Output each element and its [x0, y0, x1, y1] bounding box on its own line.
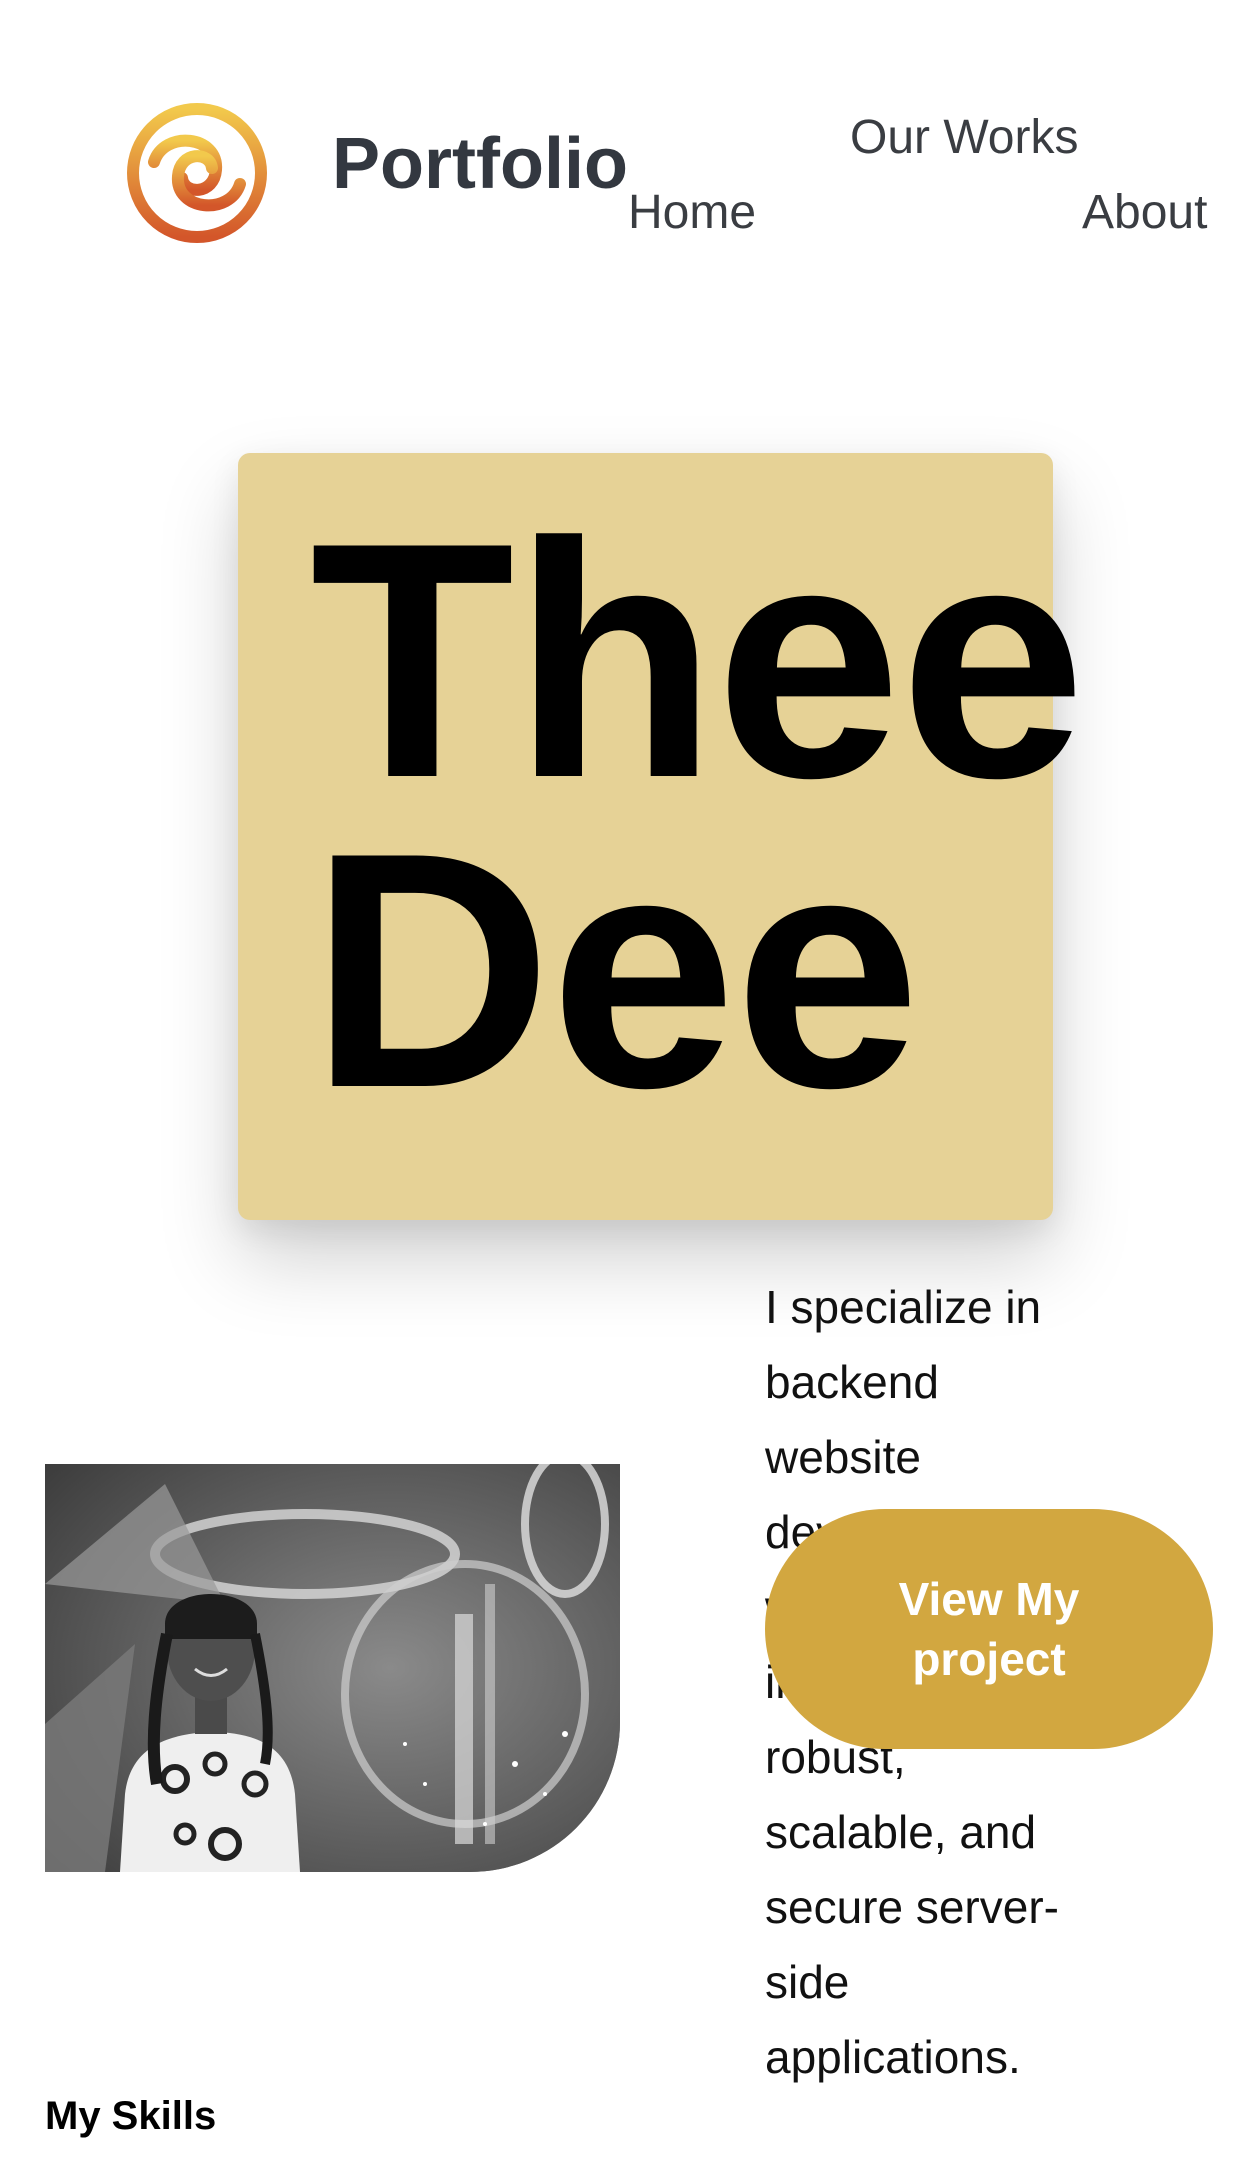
hero-title-line-2: Dee — [310, 783, 921, 1157]
nav-home[interactable]: Home — [628, 175, 756, 250]
brand-title[interactable]: Portfolio — [332, 128, 628, 200]
hero-title-line-1: Thee — [310, 473, 1086, 847]
hero-title: Thee Dee — [310, 473, 1086, 1157]
profile-photo — [45, 1464, 620, 1872]
view-project-label: View My project — [898, 1573, 1080, 1685]
view-project-button[interactable]: View My project — [765, 1509, 1213, 1749]
nav-our-works[interactable]: Our Works — [850, 100, 1078, 175]
portfolio-page: Portfolio Home Our Works About Thee Dee … — [0, 0, 1242, 2173]
nav-about[interactable]: About — [1082, 175, 1207, 250]
skills-heading: My Skills — [45, 2094, 217, 2138]
nav-our-works-label: Our Works — [850, 111, 1079, 164]
swirl-logo-icon[interactable] — [124, 100, 270, 246]
